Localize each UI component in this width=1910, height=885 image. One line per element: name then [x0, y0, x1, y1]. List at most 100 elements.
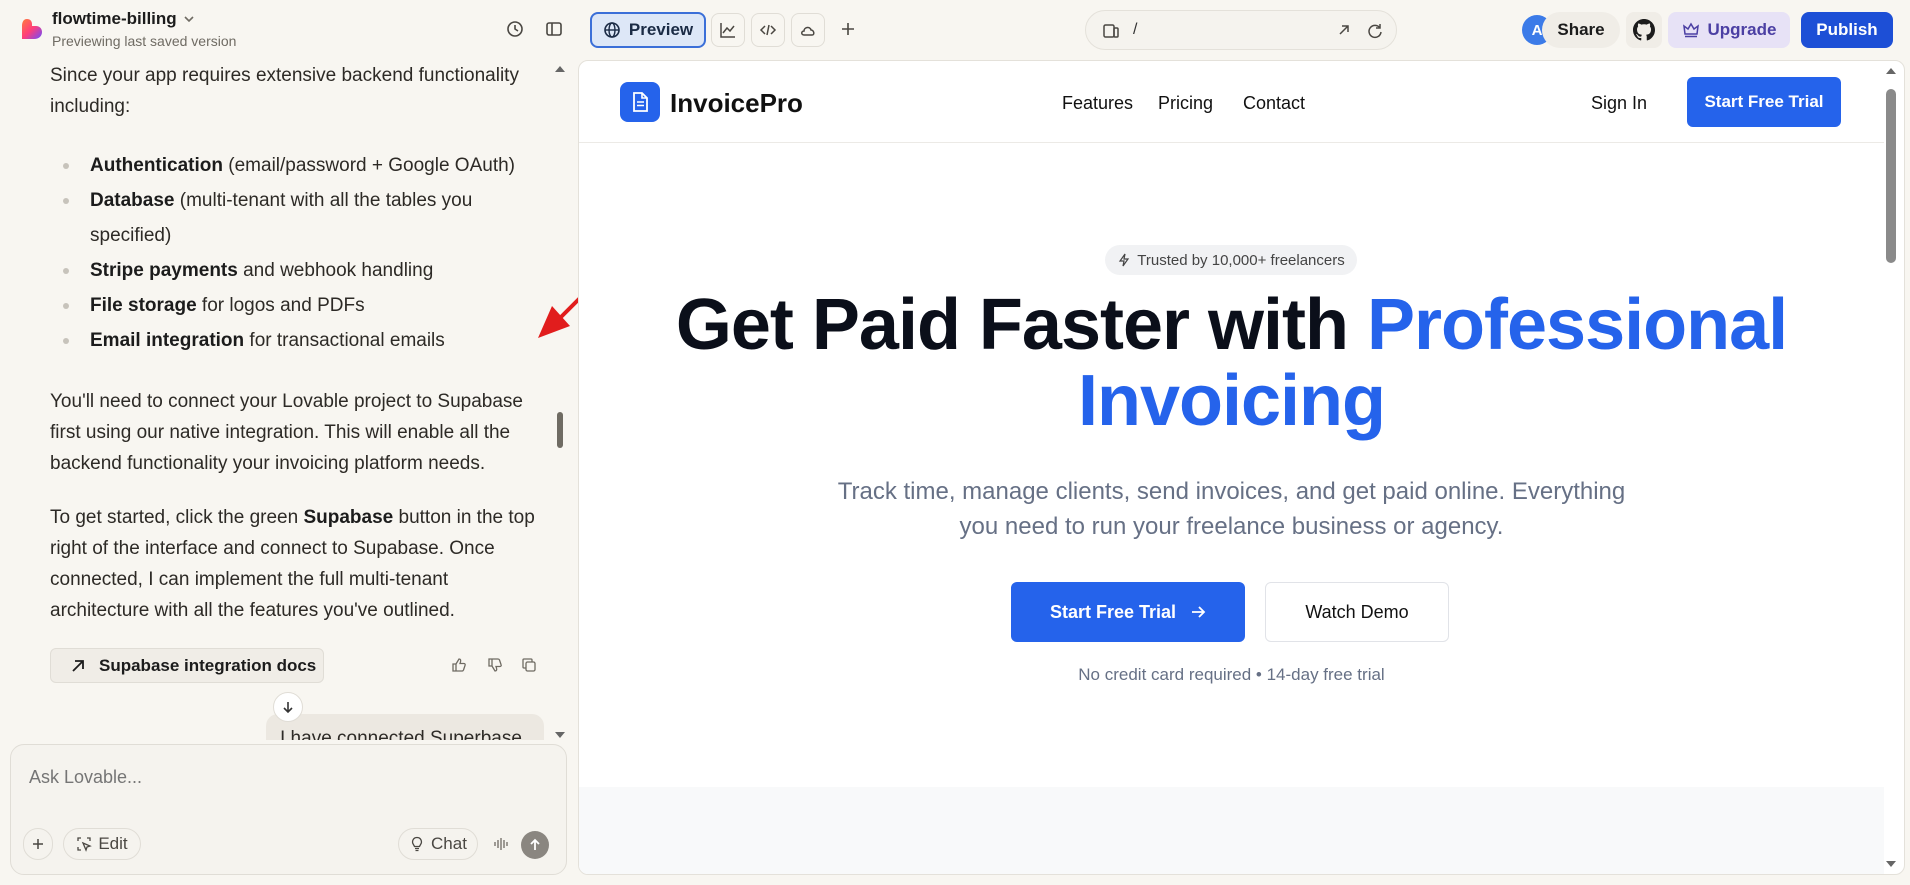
voice-input-icon[interactable]: [493, 836, 509, 852]
nav-link-contact[interactable]: Contact: [1243, 93, 1305, 114]
arrow-right-icon: [1192, 606, 1206, 618]
badge-text: Trusted by 10,000+ freelancers: [1137, 251, 1345, 269]
site-brand[interactable]: InvoicePro: [670, 88, 803, 119]
arrow-up-icon: [530, 838, 540, 850]
chat-messages[interactable]: Since your app requires extensive backen…: [0, 60, 577, 740]
hero-title-blue: Invoicing: [1077, 361, 1386, 441]
chart-line-icon: [720, 23, 735, 38]
list-item: Stripe payments and webhook handling: [50, 253, 550, 288]
chat-input[interactable]: [29, 767, 529, 788]
chat-composer: Edit Chat: [10, 744, 567, 875]
thumbs-down-icon[interactable]: [487, 657, 503, 673]
project-status: Previewing last saved version: [52, 33, 237, 49]
bullet-bold: File storage: [90, 295, 197, 316]
nav-start-trial-button[interactable]: Start Free Trial: [1687, 77, 1841, 127]
chat-mode-button[interactable]: Chat: [398, 828, 478, 860]
code-icon: [759, 24, 777, 36]
list-item: Email integration for transactional emai…: [50, 323, 550, 358]
assistant-paragraph-3: To get started, click the green Supabase…: [50, 502, 550, 626]
assistant-paragraph-2: You'll need to connect your Lovable proj…: [50, 391, 523, 474]
code-button[interactable]: [751, 13, 785, 47]
open-external-icon[interactable]: [1336, 22, 1352, 38]
chat-panel: Since your app requires extensive backen…: [0, 60, 577, 885]
scroll-up-arrow[interactable]: [555, 66, 565, 72]
bullet-bold: Authentication: [90, 155, 223, 176]
frame-scrollbar-thumb[interactable]: [1886, 89, 1896, 263]
cta-note: No credit card required • 14-day free tr…: [1078, 665, 1385, 684]
lightbulb-icon: [411, 836, 423, 852]
requirements-list: Authentication (email/password + Google …: [50, 148, 550, 358]
preview-frame[interactable]: InvoicePro Features Pricing Contact Sign…: [578, 60, 1905, 875]
bullet-bold: Database: [90, 190, 175, 211]
arrow-down-icon: [283, 702, 293, 714]
publish-button[interactable]: Publish: [1801, 12, 1893, 48]
hero-start-trial-button[interactable]: Start Free Trial: [1011, 582, 1245, 642]
next-section: [579, 787, 1884, 874]
scroll-to-bottom-button[interactable]: [273, 692, 303, 722]
project-switcher[interactable]: flowtime-billing Previewing last saved v…: [52, 9, 236, 49]
select-edit-icon: [77, 837, 93, 852]
para3-text: To get started, click the green: [50, 507, 304, 528]
frame-scroll-down-arrow[interactable]: [1886, 861, 1896, 867]
site-navbar: InvoicePro Features Pricing Contact Sign…: [579, 61, 1884, 143]
plus-icon: [33, 839, 43, 849]
cloud-icon: [801, 26, 815, 36]
cta-primary-label: Start Free Trial: [1049, 601, 1177, 622]
site-logo[interactable]: [620, 82, 660, 122]
hero-subtitle: Track time, manage clients, send invoice…: [837, 478, 1626, 540]
arrow-up-right-icon: [72, 659, 84, 672]
user-message: I have connected Superbase: [266, 714, 544, 740]
copy-icon[interactable]: [521, 657, 537, 673]
upgrade-button[interactable]: Upgrade: [1668, 12, 1790, 48]
nav-link-features[interactable]: Features: [1062, 93, 1133, 114]
url-bar[interactable]: /: [1085, 10, 1397, 50]
sign-in-link[interactable]: Sign In: [1591, 93, 1647, 114]
share-button[interactable]: Share: [1542, 12, 1620, 48]
nav-link-pricing[interactable]: Pricing: [1158, 93, 1213, 114]
document-icon: [633, 92, 648, 112]
bullet-text: for transactional emails: [244, 330, 445, 351]
chat-label: Chat: [431, 834, 467, 853]
bullet-text: for logos and PDFs: [196, 295, 365, 316]
analytics-button[interactable]: [711, 13, 745, 47]
lovable-logo-icon[interactable]: [20, 17, 44, 41]
bullet-text: (email/password + Google OAuth): [223, 155, 515, 176]
scroll-down-arrow[interactable]: [555, 732, 565, 738]
chat-scrollbar-thumb[interactable]: [557, 412, 563, 448]
top-bar: flowtime-billing Previewing last saved v…: [0, 0, 1910, 60]
bullet-text: and webhook handling: [237, 260, 434, 281]
device-toggle-icon[interactable]: [1102, 22, 1120, 40]
chevron-down-icon: [184, 16, 194, 23]
refresh-icon[interactable]: [1366, 22, 1384, 40]
bullet-bold: Stripe payments: [90, 260, 238, 281]
docs-link-label: Supabase integration docs: [99, 655, 317, 675]
add-attachment-button[interactable]: [23, 828, 53, 860]
preview-label: Preview: [628, 20, 694, 39]
trust-badge: Trusted by 10,000+ freelancers: [1105, 245, 1357, 275]
send-button[interactable]: [521, 831, 549, 859]
plus-icon: [842, 23, 854, 35]
hero-title-dark: Get Paid Faster with: [675, 285, 1368, 365]
list-item: Database (multi-tenant with all the tabl…: [50, 183, 550, 253]
add-tab-button[interactable]: [836, 17, 860, 41]
list-item: File storage for logos and PDFs: [50, 288, 550, 323]
watch-demo-button[interactable]: Watch Demo: [1265, 582, 1449, 642]
globe-icon: [604, 22, 620, 38]
preview-button[interactable]: Preview: [590, 12, 706, 48]
history-icon: [507, 21, 523, 37]
lightning-icon: [1119, 253, 1130, 267]
supabase-docs-link[interactable]: Supabase integration docs: [50, 648, 324, 683]
toggle-sidebar-button[interactable]: [542, 17, 566, 41]
url-path[interactable]: /: [1133, 21, 1137, 39]
edit-label: Edit: [98, 834, 128, 853]
hero-title-blue: Professional: [1367, 285, 1788, 365]
edit-button[interactable]: Edit: [63, 828, 141, 860]
history-button[interactable]: [503, 17, 527, 41]
list-item: Authentication (email/password + Google …: [50, 148, 550, 183]
thumbs-up-icon[interactable]: [451, 657, 467, 673]
hero-title: Get Paid Faster with Professional Invoic…: [579, 287, 1884, 439]
github-button[interactable]: [1626, 12, 1662, 48]
frame-scroll-up-arrow[interactable]: [1886, 68, 1896, 74]
supabase-emphasis: Supabase: [303, 507, 394, 528]
cloud-button[interactable]: [791, 13, 825, 47]
